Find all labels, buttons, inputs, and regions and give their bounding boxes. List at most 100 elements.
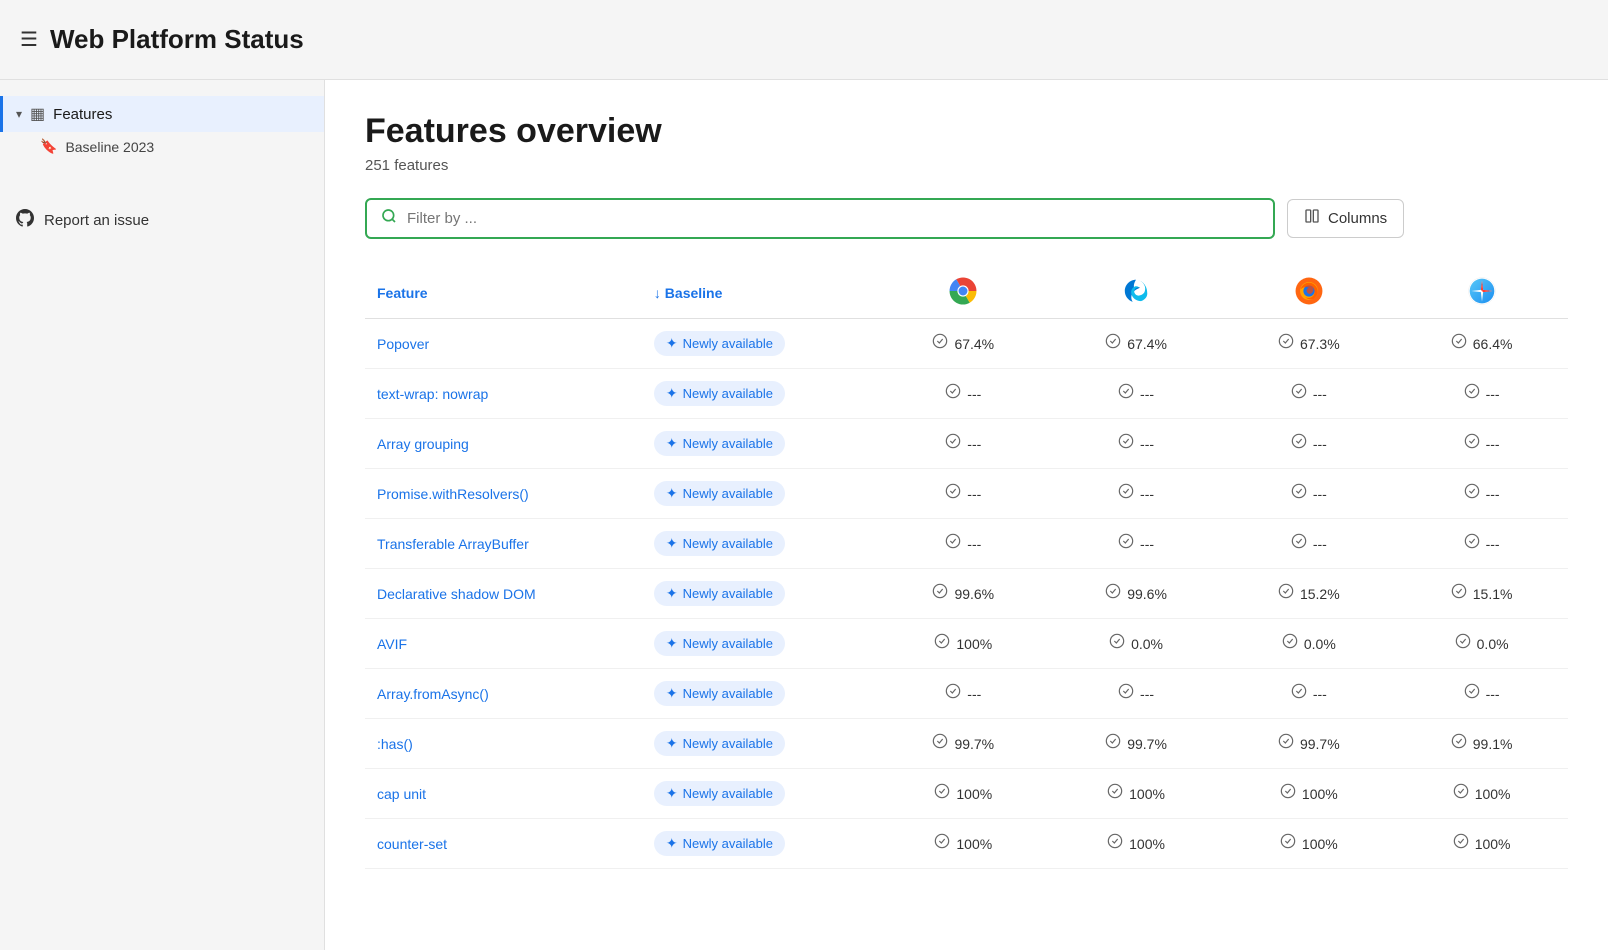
browser-cell: ---	[1234, 533, 1383, 554]
browser-value: 100%	[1302, 836, 1338, 852]
table-row: Declarative shadow DOM ✦ Newly available…	[365, 569, 1568, 619]
browser-value: 99.7%	[1300, 736, 1340, 752]
browser-cell: ---	[889, 483, 1038, 504]
browser-cell: 100%	[1234, 783, 1383, 804]
main-layout: ▾ ▦ Features 🔖 Baseline 2023 Report an i…	[0, 80, 1608, 950]
browser-value: ---	[967, 686, 981, 702]
check-icon	[1280, 833, 1296, 854]
badge-label: Newly available	[683, 686, 773, 701]
github-icon	[16, 209, 34, 232]
browser-value: ---	[1486, 686, 1500, 702]
feature-link[interactable]: Array grouping	[377, 436, 469, 452]
browser-cell: ---	[1062, 483, 1211, 504]
check-icon	[1464, 383, 1480, 404]
chevron-down-icon: ▾	[16, 107, 22, 121]
feature-link[interactable]: Transferable ArrayBuffer	[377, 536, 529, 552]
col-edge	[1050, 267, 1223, 319]
browser-cell: 99.7%	[1234, 733, 1383, 754]
check-icon	[1455, 633, 1471, 654]
badge-label: Newly available	[683, 636, 773, 651]
feature-link[interactable]: Declarative shadow DOM	[377, 586, 536, 602]
browser-cell: ---	[1062, 683, 1211, 704]
filter-input-wrap[interactable]	[365, 198, 1275, 239]
feature-link[interactable]: AVIF	[377, 636, 407, 652]
check-icon	[1105, 733, 1121, 754]
browser-cell: ---	[1234, 433, 1383, 454]
check-icon	[1451, 333, 1467, 354]
browser-value: ---	[1140, 536, 1154, 552]
check-icon	[1464, 683, 1480, 704]
check-icon	[945, 383, 961, 404]
browser-cell: ---	[1062, 533, 1211, 554]
check-icon	[1105, 333, 1121, 354]
check-icon	[1291, 683, 1307, 704]
badge-label: Newly available	[683, 336, 773, 351]
browser-value: ---	[967, 436, 981, 452]
feature-link[interactable]: Popover	[377, 336, 429, 352]
browser-value: 15.2%	[1300, 586, 1340, 602]
check-icon	[1453, 833, 1469, 854]
browser-value: 0.0%	[1477, 636, 1509, 652]
check-icon	[945, 483, 961, 504]
browser-cell: ---	[889, 383, 1038, 404]
bookmark-icon: 🔖	[40, 138, 57, 155]
browser-cell: ---	[1062, 433, 1211, 454]
filter-input[interactable]	[407, 210, 1259, 227]
filter-bar: Columns	[365, 198, 1568, 239]
browser-cell: 0.0%	[1234, 633, 1383, 654]
badge-label: Newly available	[683, 786, 773, 801]
columns-icon	[1304, 208, 1320, 229]
columns-button[interactable]: Columns	[1287, 199, 1404, 238]
check-icon	[1291, 533, 1307, 554]
sparkle-icon: ✦	[666, 335, 678, 352]
feature-link[interactable]: Array.fromAsync()	[377, 686, 489, 702]
browser-cell: 67.4%	[1062, 333, 1211, 354]
browser-value: ---	[1313, 686, 1327, 702]
check-icon	[932, 583, 948, 604]
browser-value: 100%	[1475, 786, 1511, 802]
sidebar-subitem-baseline[interactable]: 🔖 Baseline 2023	[0, 132, 324, 161]
browser-value: 100%	[956, 836, 992, 852]
browser-cell: ---	[1234, 383, 1383, 404]
col-chrome	[877, 267, 1050, 319]
feature-count: 251 features	[365, 157, 1568, 174]
browser-cell: ---	[889, 683, 1038, 704]
check-icon	[1291, 483, 1307, 504]
browser-value: ---	[1486, 436, 1500, 452]
badge-label: Newly available	[683, 536, 773, 551]
columns-label: Columns	[1328, 210, 1387, 227]
sparkle-icon: ✦	[666, 585, 678, 602]
check-icon	[1278, 583, 1294, 604]
check-icon	[1453, 783, 1469, 804]
grid-icon: ▦	[30, 104, 45, 124]
sidebar-item-features[interactable]: ▾ ▦ Features	[0, 96, 324, 132]
browser-cell: 100%	[1062, 833, 1211, 854]
col-feature[interactable]: Feature	[365, 267, 642, 319]
browser-value: 67.4%	[1127, 336, 1167, 352]
check-icon	[934, 783, 950, 804]
check-icon	[1118, 533, 1134, 554]
feature-link[interactable]: Promise.withResolvers()	[377, 486, 529, 502]
newly-available-badge: ✦ Newly available	[654, 831, 785, 856]
app-title: Web Platform Status	[50, 24, 304, 55]
col-baseline[interactable]: ↓ Baseline	[642, 267, 877, 319]
feature-link[interactable]: text-wrap: nowrap	[377, 386, 488, 402]
badge-label: Newly available	[683, 736, 773, 751]
report-issue-item[interactable]: Report an issue	[0, 201, 324, 240]
baseline-label: Baseline 2023	[65, 139, 154, 155]
browser-cell: 67.4%	[889, 333, 1038, 354]
check-icon	[945, 533, 961, 554]
check-icon	[932, 333, 948, 354]
hamburger-icon[interactable]: ☰	[20, 27, 38, 52]
browser-value: ---	[967, 486, 981, 502]
table-row: :has() ✦ Newly available 99.7% 99.7% 99.…	[365, 719, 1568, 769]
browser-cell: ---	[1407, 383, 1556, 404]
feature-link[interactable]: counter-set	[377, 836, 447, 852]
search-icon	[381, 208, 397, 229]
newly-available-badge: ✦ Newly available	[654, 631, 785, 656]
browser-cell: ---	[889, 533, 1038, 554]
feature-link[interactable]: cap unit	[377, 786, 426, 802]
badge-label: Newly available	[683, 486, 773, 501]
page-title: Features overview	[365, 112, 1568, 151]
feature-link[interactable]: :has()	[377, 736, 413, 752]
